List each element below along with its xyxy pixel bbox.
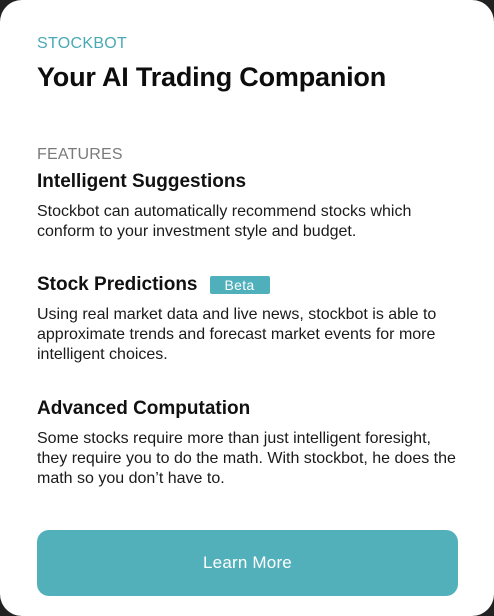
feature-title-row: Intelligent Suggestions xyxy=(37,170,457,194)
feature-title-row: Stock Predictions Beta xyxy=(37,273,457,297)
feature-title: Intelligent Suggestions xyxy=(37,171,247,192)
feature-description: Some stocks require more than just intel… xyxy=(37,430,456,487)
feature-title: Advanced Computation xyxy=(37,398,251,419)
feature-description: Stockbot can automatically recommend sto… xyxy=(37,203,412,240)
page-title: Your AI Trading Companion xyxy=(37,62,386,92)
feature-title: Stock Predictions xyxy=(37,274,198,295)
beta-badge: Beta xyxy=(209,276,270,294)
feature-stock-predictions: Stock Predictions Beta Using real market… xyxy=(37,273,457,365)
feature-card: STOCKBOT Your AI Trading Companion FEATU… xyxy=(0,0,494,616)
brand-label: STOCKBOT xyxy=(37,35,128,52)
feature-title-row: Advanced Computation xyxy=(37,397,457,421)
feature-intelligent-suggestions: Intelligent Suggestions Stockbot can aut… xyxy=(37,170,457,242)
feature-advanced-computation: Advanced Computation Some stocks require… xyxy=(37,397,457,489)
learn-more-button[interactable]: Learn More xyxy=(37,530,458,596)
feature-description: Using real market data and live news, st… xyxy=(37,306,437,363)
features-section-label: FEATURES xyxy=(37,146,123,163)
